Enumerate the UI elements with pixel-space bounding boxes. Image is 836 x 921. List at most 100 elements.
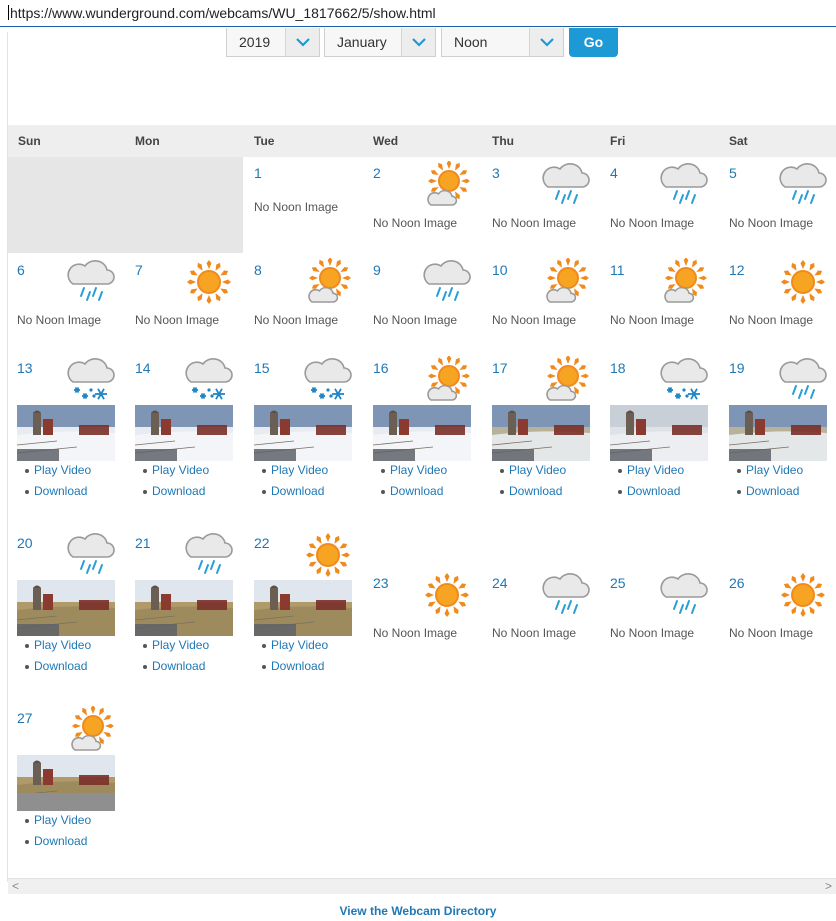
- rain-icon: [185, 531, 233, 584]
- no-image-text: No Noon Image: [373, 313, 458, 327]
- no-image-text: No Noon Image: [492, 313, 577, 327]
- webcam-thumbnail[interactable]: [254, 580, 352, 636]
- download-link[interactable]: Download: [746, 484, 799, 498]
- webcam-thumbnail[interactable]: [373, 405, 471, 461]
- download-link[interactable]: Download: [34, 659, 87, 673]
- link-item: Play Video: [143, 463, 209, 484]
- link-item: Play Video: [618, 463, 684, 484]
- webcam-thumbnail[interactable]: [17, 405, 115, 461]
- go-button[interactable]: Go: [569, 28, 618, 57]
- no-image-text: No Noon Image: [610, 626, 695, 640]
- day-number: 10: [492, 262, 508, 278]
- no-image-text: No Noon Image: [254, 313, 339, 327]
- link-item: Download: [618, 484, 684, 505]
- partly-sunny-icon: [423, 160, 471, 214]
- link-item: Play Video: [262, 463, 328, 484]
- day-number: 25: [610, 575, 626, 591]
- webcam-thumbnail[interactable]: [729, 405, 827, 461]
- play-video-link[interactable]: Play Video: [271, 463, 328, 477]
- day-number: 20: [17, 535, 33, 551]
- play-video-link[interactable]: Play Video: [390, 463, 447, 477]
- link-item: Play Video: [381, 463, 447, 484]
- play-video-link[interactable]: Play Video: [152, 463, 209, 477]
- rain-icon: [660, 161, 708, 214]
- video-links: Play Video Download: [618, 463, 684, 505]
- day-number: 5: [729, 165, 737, 181]
- webcam-directory-link[interactable]: View the Webcam Directory: [0, 904, 836, 918]
- video-links: Play Video Download: [25, 638, 91, 680]
- no-image-text: No Noon Image: [254, 200, 339, 214]
- link-item: Download: [143, 659, 209, 680]
- horizontal-scrollbar[interactable]: < >: [8, 878, 836, 894]
- play-video-link[interactable]: Play Video: [509, 463, 566, 477]
- link-item: Play Video: [25, 638, 91, 659]
- video-links: Play Video Download: [262, 463, 328, 505]
- play-video-link[interactable]: Play Video: [34, 638, 91, 652]
- video-links: Play Video Download: [381, 463, 447, 505]
- dayname-0: Sun: [18, 134, 41, 148]
- download-link[interactable]: Download: [271, 484, 324, 498]
- time-select[interactable]: Noon: [441, 28, 564, 57]
- webcam-thumbnail[interactable]: [492, 405, 590, 461]
- calendar-header: Sun Mon Tue Wed Thu Fri Sat: [8, 125, 836, 157]
- play-video-link[interactable]: Play Video: [627, 463, 684, 477]
- play-video-link[interactable]: Play Video: [34, 463, 91, 477]
- webcam-thumbnail[interactable]: [135, 405, 233, 461]
- day-number: 17: [492, 360, 508, 376]
- no-image-text: No Noon Image: [729, 626, 814, 640]
- day-number: 27: [17, 710, 33, 726]
- download-link[interactable]: Download: [152, 659, 205, 673]
- sunny-icon: [423, 571, 471, 624]
- sunny-icon: [304, 531, 352, 584]
- month-select[interactable]: January: [324, 28, 436, 57]
- download-link[interactable]: Download: [271, 659, 324, 673]
- play-video-link[interactable]: Play Video: [271, 638, 328, 652]
- download-link[interactable]: Download: [390, 484, 443, 498]
- webcam-thumbnail[interactable]: [610, 405, 708, 461]
- day-number: 3: [492, 165, 500, 181]
- rain-icon: [423, 258, 471, 311]
- play-video-link[interactable]: Play Video: [746, 463, 803, 477]
- download-link[interactable]: Download: [152, 484, 205, 498]
- link-item: Play Video: [500, 463, 566, 484]
- download-link[interactable]: Download: [34, 834, 87, 848]
- day-number: 19: [729, 360, 745, 376]
- download-link[interactable]: Download: [34, 484, 87, 498]
- day-number: 1: [254, 165, 262, 181]
- partly-sunny-icon: [660, 257, 708, 311]
- link-item: Play Video: [25, 813, 91, 834]
- video-links: Play Video Download: [25, 463, 91, 505]
- video-links: Play Video Download: [262, 638, 328, 680]
- snow-icon: [660, 356, 708, 409]
- no-image-text: No Noon Image: [135, 313, 220, 327]
- download-link[interactable]: Download: [509, 484, 562, 498]
- scroll-right-icon[interactable]: >: [825, 879, 832, 893]
- webcam-thumbnail[interactable]: [17, 755, 115, 811]
- webcam-thumbnail[interactable]: [254, 405, 352, 461]
- time-value: Noon: [454, 34, 488, 50]
- video-links: Play Video Download: [737, 463, 803, 505]
- link-item: Download: [262, 659, 328, 680]
- day-number: 15: [254, 360, 270, 376]
- link-item: Download: [25, 484, 91, 505]
- day-number: 24: [492, 575, 508, 591]
- partly-sunny-icon: [542, 257, 590, 311]
- day-number: 16: [373, 360, 389, 376]
- video-links: Play Video Download: [143, 638, 209, 680]
- scroll-left-icon[interactable]: <: [12, 879, 19, 893]
- no-image-text: No Noon Image: [17, 313, 102, 327]
- address-bar[interactable]: https://www.wunderground.com/webcams/WU_…: [0, 0, 836, 27]
- play-video-link[interactable]: Play Video: [152, 638, 209, 652]
- webcam-thumbnail[interactable]: [135, 580, 233, 636]
- play-video-link[interactable]: Play Video: [34, 813, 91, 827]
- day-number: 14: [135, 360, 151, 376]
- year-select[interactable]: 2019: [226, 28, 320, 57]
- download-link[interactable]: Download: [627, 484, 680, 498]
- url-text: https://www.wunderground.com/webcams/WU_…: [10, 5, 436, 21]
- rain-icon: [660, 571, 708, 624]
- year-value: 2019: [239, 34, 271, 50]
- day-number: 2: [373, 165, 381, 181]
- day-number: 18: [610, 360, 626, 376]
- webcam-thumbnail[interactable]: [17, 580, 115, 636]
- day-number: 4: [610, 165, 618, 181]
